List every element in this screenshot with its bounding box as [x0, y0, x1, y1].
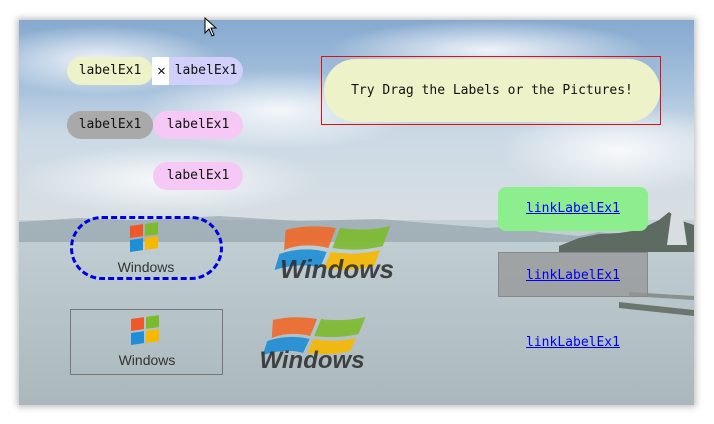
mouse-cursor-icon — [204, 17, 218, 37]
link-label-plain[interactable]: linkLabelEx1 — [498, 322, 648, 364]
windows-wordmark: Windows — [118, 259, 175, 275]
windows-logo-icon: Windows — [119, 315, 176, 368]
picture-dashed[interactable]: Windows — [70, 216, 223, 280]
link-label-gray[interactable]: linkLabelEx1 — [498, 252, 648, 297]
windows-wordmark: Windows — [119, 352, 176, 368]
banner-frame: Try Drag the Labels or the Pictures! — [321, 56, 661, 125]
windows-wordmark-large-2: Windows — [259, 347, 364, 372]
picture-bordered[interactable]: Windows — [70, 309, 223, 375]
windows-wordmark-large: Windows — [280, 254, 394, 284]
label-top-left[interactable]: labelEx1 — [67, 57, 153, 85]
label-mid-left[interactable]: labelEx1 — [67, 111, 153, 139]
label-mid-right[interactable]: labelEx1 — [153, 111, 243, 139]
form-window: labelEx1 ✕ labelEx1 labelEx1 labelEx1 la… — [19, 20, 694, 405]
windows-logo-large-icon[interactable]: Windows — [247, 216, 427, 286]
link-label-green[interactable]: linkLabelEx1 — [498, 187, 648, 231]
label-top-right[interactable]: labelEx1 — [169, 57, 243, 85]
windows-logo-icon: Windows — [118, 222, 175, 275]
label-bottom[interactable]: labelEx1 — [153, 162, 243, 190]
banner-label[interactable]: Try Drag the Labels or the Pictures! — [324, 59, 660, 122]
windows-logo-large-icon-2[interactable]: Windows — [224, 312, 404, 372]
